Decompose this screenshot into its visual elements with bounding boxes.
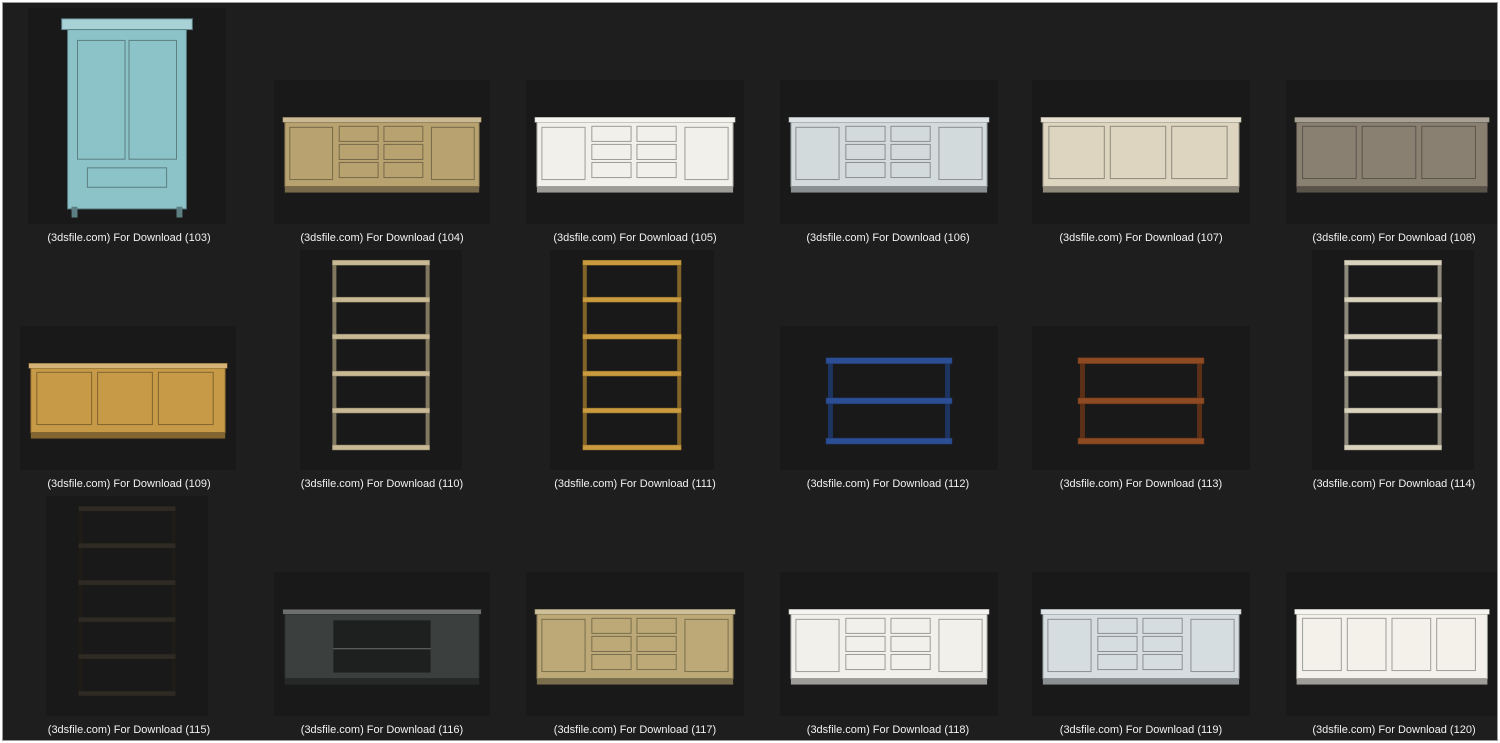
- file-thumbnail[interactable]: [1032, 80, 1250, 224]
- file-thumbnail[interactable]: [28, 8, 226, 224]
- file-name-label[interactable]: (3dsfile.com) For Download (115): [9, 724, 249, 736]
- file-name-label[interactable]: (3dsfile.com) For Download (111): [515, 478, 755, 490]
- file-thumbnail[interactable]: [300, 250, 462, 470]
- file-thumbnail[interactable]: [526, 572, 744, 716]
- file-thumbnail[interactable]: [550, 250, 714, 470]
- furniture-thumbnail-image: [282, 117, 482, 193]
- file-thumbnail[interactable]: [1286, 572, 1497, 716]
- file-name-label[interactable]: (3dsfile.com) For Download (117): [515, 724, 755, 736]
- furniture-thumbnail-image: [582, 259, 682, 451]
- file-name-label[interactable]: (3dsfile.com) For Download (104): [262, 232, 502, 244]
- file-thumbnail[interactable]: [46, 496, 208, 716]
- file-thumbnail[interactable]: [274, 572, 490, 716]
- file-grid-view: (3dsfile.com) For Download (103) (3dsfile…: [2, 2, 1498, 741]
- furniture-thumbnail-image: [825, 357, 953, 445]
- file-name-label[interactable]: (3dsfile.com) For Download (103): [9, 232, 249, 244]
- file-name-label[interactable]: (3dsfile.com) For Download (106): [768, 232, 1008, 244]
- furniture-thumbnail-image: [78, 505, 176, 697]
- furniture-thumbnail-image: [1344, 259, 1442, 451]
- furniture-thumbnail-image: [28, 363, 228, 439]
- furniture-thumbnail-image: [61, 18, 193, 218]
- furniture-thumbnail-image: [1040, 609, 1242, 685]
- file-name-label[interactable]: (3dsfile.com) For Download (116): [262, 724, 502, 736]
- file-name-label[interactable]: (3dsfile.com) For Download (109): [9, 478, 249, 490]
- furniture-thumbnail-image: [1294, 609, 1490, 685]
- file-name-label[interactable]: (3dsfile.com) For Download (114): [1274, 478, 1497, 490]
- file-thumbnail[interactable]: [526, 80, 744, 224]
- furniture-thumbnail-image: [1077, 357, 1205, 445]
- file-name-label[interactable]: (3dsfile.com) For Download (105): [515, 232, 755, 244]
- file-name-label[interactable]: (3dsfile.com) For Download (107): [1021, 232, 1261, 244]
- file-thumbnail[interactable]: [1032, 326, 1250, 470]
- file-name-label[interactable]: (3dsfile.com) For Download (120): [1274, 724, 1497, 736]
- file-name-label[interactable]: (3dsfile.com) For Download (118): [768, 724, 1008, 736]
- file-thumbnail[interactable]: [1286, 80, 1497, 224]
- file-name-label[interactable]: (3dsfile.com) For Download (113): [1021, 478, 1261, 490]
- file-thumbnail[interactable]: [1312, 250, 1474, 470]
- file-name-label[interactable]: (3dsfile.com) For Download (112): [768, 478, 1008, 490]
- furniture-thumbnail-image: [1040, 117, 1242, 193]
- file-thumbnail[interactable]: [20, 326, 236, 470]
- furniture-thumbnail-image: [534, 117, 736, 193]
- file-thumbnail[interactable]: [780, 326, 998, 470]
- furniture-thumbnail-image: [1294, 117, 1490, 193]
- furniture-thumbnail-image: [788, 117, 990, 193]
- file-thumbnail[interactable]: [274, 80, 490, 224]
- file-thumbnail[interactable]: [780, 572, 998, 716]
- furniture-thumbnail-image: [282, 609, 482, 685]
- file-name-label[interactable]: (3dsfile.com) For Download (110): [262, 478, 502, 490]
- file-name-label[interactable]: (3dsfile.com) For Download (119): [1021, 724, 1261, 736]
- file-thumbnail[interactable]: [1032, 572, 1250, 716]
- furniture-thumbnail-image: [332, 259, 430, 451]
- file-name-label[interactable]: (3dsfile.com) For Download (108): [1274, 232, 1497, 244]
- furniture-thumbnail-image: [534, 609, 736, 685]
- file-thumbnail[interactable]: [780, 80, 998, 224]
- furniture-thumbnail-image: [788, 609, 990, 685]
